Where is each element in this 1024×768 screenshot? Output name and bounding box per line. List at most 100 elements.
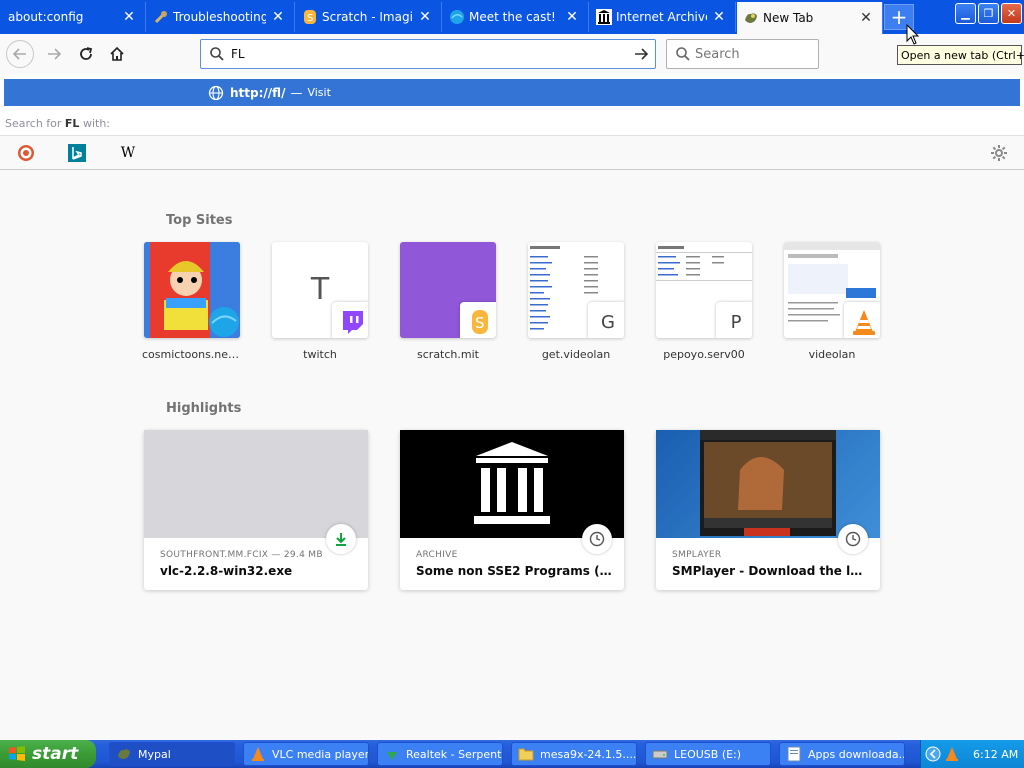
system-tray: 6:12 AM xyxy=(920,740,1024,768)
close-icon[interactable]: ✕ xyxy=(417,9,433,25)
reload-button[interactable] xyxy=(72,40,100,68)
close-icon[interactable]: ✕ xyxy=(858,10,874,26)
twitch-icon xyxy=(332,302,368,338)
top-site-twitch[interactable]: T twitch xyxy=(272,242,368,361)
taskbar-item-realtek[interactable]: Realtek - Serpent xyxy=(377,742,503,766)
search-icon xyxy=(676,47,690,61)
globe-icon xyxy=(208,85,224,101)
taskbar-item-vlc[interactable]: VLC media player xyxy=(243,742,369,766)
tab-label: Scratch - Imagine, xyxy=(322,10,413,24)
highlights-heading: Highlights xyxy=(166,401,242,416)
highlight-card-vlc-download[interactable]: SOUTHFRONT.MM.FCIX — 29.4 MB vlc-2.2.8-w… xyxy=(144,430,368,590)
bing-icon[interactable] xyxy=(66,142,88,164)
firefox-icon xyxy=(743,10,759,26)
tab-label: Troubleshooting Inf xyxy=(173,10,266,24)
highlight-context: ARCHIVE xyxy=(416,550,458,560)
scratch-icon: S xyxy=(302,9,318,25)
restore-button[interactable]: ❐ xyxy=(978,3,999,24)
top-site-videolan[interactable]: videolan xyxy=(784,242,880,361)
forward-button[interactable] xyxy=(40,40,68,68)
taskbar-item-leousb[interactable]: LEOUSB (E:) xyxy=(645,742,771,766)
close-icon[interactable]: ✕ xyxy=(270,9,286,25)
tab-label: about:config xyxy=(8,10,84,24)
search-for-label: Search for FL with: xyxy=(5,117,110,130)
tab-troubleshooting[interactable]: Troubleshooting Inf ✕ xyxy=(147,2,295,32)
start-button[interactable]: start xyxy=(0,740,96,768)
home-button[interactable] xyxy=(103,40,131,68)
tab-meet-the-cast[interactable]: Meet the cast! ✕ xyxy=(443,2,589,32)
search-for-suffix: with: xyxy=(82,117,110,130)
navigation-toolbar xyxy=(0,34,1024,74)
site-label: videolan xyxy=(808,348,856,361)
clock-icon xyxy=(582,524,612,554)
site-label: pepoyo.serv00 xyxy=(663,348,745,361)
highlight-image xyxy=(144,430,368,538)
site-thumbnail: P xyxy=(656,242,752,338)
suggestion-url: http://fl/ xyxy=(230,85,286,100)
url-input[interactable] xyxy=(231,42,633,66)
arrow-right-icon xyxy=(48,48,62,60)
tab-strip: about:config ✕ Troubleshooting Inf ✕ S S… xyxy=(0,0,1024,34)
wikipedia-icon[interactable]: W xyxy=(117,142,139,164)
taskbar-item-apps-download[interactable]: Apps downloada... xyxy=(779,742,905,766)
go-arrow-icon[interactable] xyxy=(633,46,649,62)
vlc-cone-icon xyxy=(250,746,266,762)
close-window-button[interactable]: ✕ xyxy=(1001,3,1022,24)
highlight-card-archive[interactable]: ARCHIVE Some non SSE2 Programs (SSE... xyxy=(400,430,624,590)
tab-scratch[interactable]: S Scratch - Imagine, ✕ xyxy=(296,2,442,32)
vlc-cone-icon[interactable] xyxy=(945,746,959,762)
url-bar[interactable] xyxy=(200,39,656,69)
tab-new-tab[interactable]: New Tab ✕ xyxy=(737,2,883,34)
tab-internet-archive[interactable]: Internet Archive: ✕ xyxy=(590,2,736,32)
search-bar[interactable] xyxy=(666,39,819,69)
suggestion-action: Visit xyxy=(307,86,331,99)
gear-icon[interactable] xyxy=(988,142,1010,164)
duckduckgo-icon[interactable] xyxy=(15,142,37,164)
chevron-left-icon[interactable] xyxy=(925,746,941,762)
document-icon xyxy=(786,746,802,762)
close-icon[interactable]: ✕ xyxy=(711,9,727,25)
site-thumbnail: G xyxy=(528,242,624,338)
mouse-cursor-icon xyxy=(906,24,920,45)
player-screenshot xyxy=(700,430,836,536)
top-site-scratch[interactable]: S scratch.mit xyxy=(400,242,496,361)
site-thumbnail: T xyxy=(272,242,368,338)
svg-text:S: S xyxy=(475,314,485,332)
globe-icon xyxy=(204,302,240,338)
taskbar-item-mypal[interactable]: Mypal xyxy=(109,742,235,766)
url-suggestion-row[interactable]: http://fl/ — Visit xyxy=(4,79,1020,106)
highlight-card-smplayer[interactable]: SMPLAYER SMPlayer - Download the latest … xyxy=(656,430,880,590)
restore-icon: ❐ xyxy=(983,7,994,20)
mypal-icon xyxy=(116,746,132,762)
search-input[interactable] xyxy=(695,42,805,66)
taskbar-item-mesa9x[interactable]: mesa9x-24.1.5.... xyxy=(511,742,637,766)
taskbar: start Mypal VLC media player Realtek - S… xyxy=(0,740,1024,768)
highlight-image xyxy=(400,430,624,538)
site-label: twitch xyxy=(303,348,337,361)
arrow-left-icon xyxy=(12,48,26,60)
search-for-prefix: Search for xyxy=(5,117,62,130)
suggestion-separator: — xyxy=(290,85,303,100)
site-thumbnail: S xyxy=(400,242,496,338)
close-icon[interactable]: ✕ xyxy=(564,9,580,25)
highlight-title: SMPlayer - Download the latest ... xyxy=(672,564,868,578)
taskbar-item-label: Mypal xyxy=(138,747,171,761)
folder-icon xyxy=(518,746,534,762)
back-button[interactable] xyxy=(6,40,34,68)
top-site-get-videolan[interactable]: G get.videolan xyxy=(528,242,624,361)
site-thumbnail xyxy=(784,242,880,338)
minimize-button[interactable]: ▁ xyxy=(955,3,976,24)
site-letter: P xyxy=(716,302,752,338)
highlight-title: Some non SSE2 Programs (SSE... xyxy=(416,564,612,578)
highlight-title: vlc-2.2.8-win32.exe xyxy=(160,564,293,578)
close-icon: ✕ xyxy=(1006,7,1017,20)
top-site-cosmictoons[interactable]: cosmictoons.neoci... xyxy=(142,242,242,361)
close-icon[interactable]: ✕ xyxy=(121,9,137,25)
globe-icon xyxy=(449,9,465,25)
search-icon xyxy=(210,47,224,61)
start-label: start xyxy=(32,744,79,764)
tab-about-config[interactable]: about:config ✕ xyxy=(0,2,146,32)
site-label: get.videolan xyxy=(541,348,611,361)
top-site-pepoyo[interactable]: P pepoyo.serv00 xyxy=(656,242,752,361)
highlight-context: SOUTHFRONT.MM.FCIX — 29.4 MB xyxy=(160,550,323,560)
